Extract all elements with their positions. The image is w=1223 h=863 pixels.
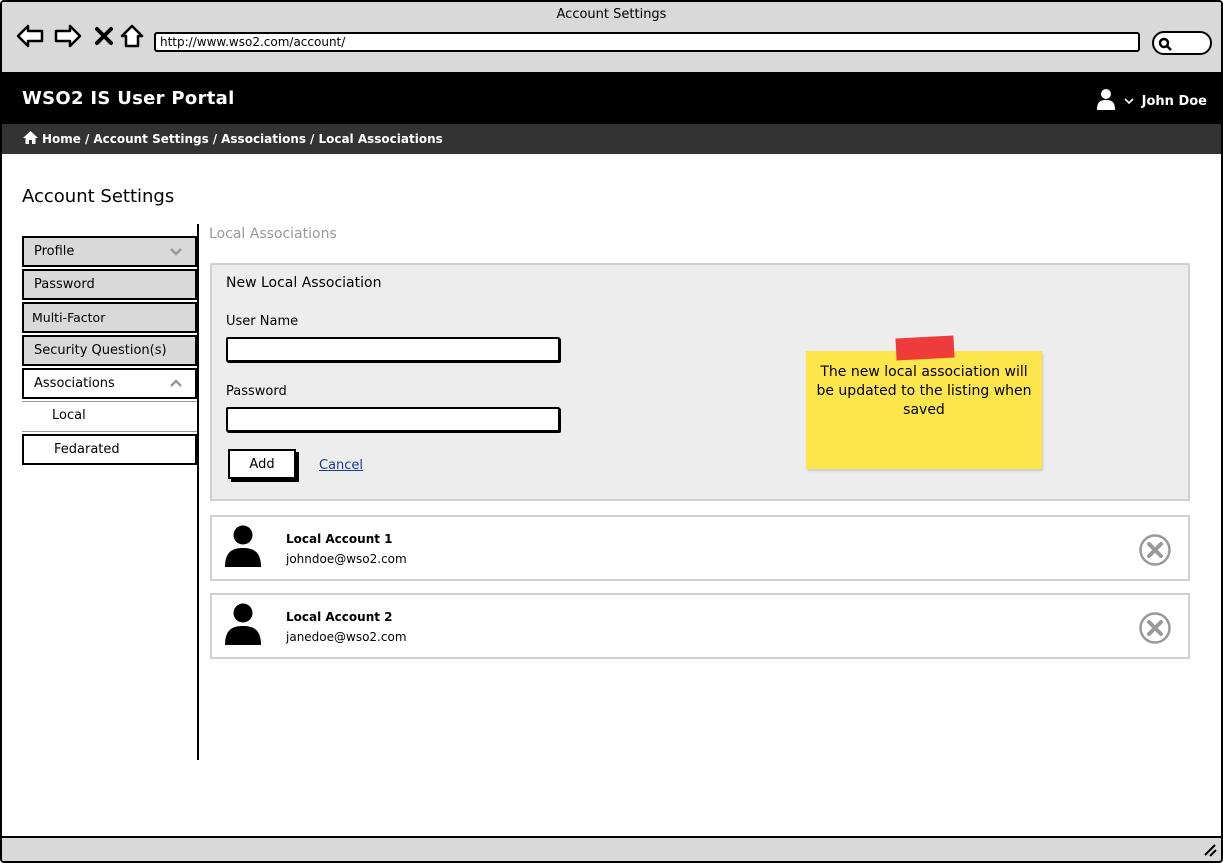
sidebar-item-label: Security Question(s) <box>34 343 167 358</box>
sidebar-item-federated[interactable]: Fedarated <box>22 434 197 465</box>
browser-toolbar: Account Settings http://www.wso2.com/acc… <box>2 2 1221 74</box>
sticky-note-text: The new local association will be update… <box>816 364 1032 418</box>
close-x-icon[interactable] <box>90 22 118 50</box>
breadcrumb-separator: / <box>212 132 218 146</box>
sidebar-item-label: Local <box>52 408 86 423</box>
sticky-note: The new local association will be update… <box>806 335 1042 469</box>
resize-grip-icon[interactable] <box>1201 841 1217 861</box>
username-input[interactable] <box>226 337 560 362</box>
breadcrumb-separator: / <box>310 132 315 146</box>
list-item: Local Account 1 johndoe@wso2.com <box>210 515 1190 581</box>
browser-search-field[interactable] <box>1152 31 1212 55</box>
breadcrumb-current: Local Associations <box>318 132 443 146</box>
sidebar-item-label: Fedarated <box>54 442 120 457</box>
breadcrumb-home[interactable]: Home <box>42 132 81 146</box>
breadcrumb-associations[interactable]: Associations <box>221 132 306 146</box>
sidebar-item-password[interactable]: Password <box>22 269 197 300</box>
back-arrow-icon[interactable] <box>16 22 44 50</box>
breadcrumb: Home / Account Settings / Associations /… <box>2 124 1221 154</box>
sidebar-item-label: Password <box>34 277 95 292</box>
url-bar[interactable]: http://www.wso2.com/account/ <box>154 32 1140 52</box>
account-name: Local Account 1 <box>286 532 393 546</box>
window-title: Account Settings <box>556 7 667 22</box>
user-avatar-icon <box>224 525 262 571</box>
home-icon[interactable] <box>118 22 146 50</box>
sidebar-divider <box>197 224 199 760</box>
breadcrumb-separator: / <box>84 132 90 146</box>
remove-circle-x-icon[interactable] <box>1138 533 1172 571</box>
sidebar-item-local[interactable]: Local <box>22 401 197 432</box>
page-title: Account Settings <box>22 186 175 207</box>
search-icon <box>1158 36 1172 55</box>
chevron-down-icon <box>1124 94 1134 109</box>
user-avatar-icon <box>224 603 262 649</box>
account-email: johndoe@wso2.com <box>286 552 407 566</box>
sidebar-item-label: Profile <box>34 244 75 259</box>
form-title: New Local Association <box>226 275 382 291</box>
section-title: Local Associations <box>209 226 337 242</box>
list-item: Local Account 2 janedoe@wso2.com <box>210 593 1190 659</box>
password-input[interactable] <box>226 407 560 432</box>
settings-sidebar: Profile Password Multi-Factor Authentica… <box>22 236 197 467</box>
user-icon <box>1096 88 1116 114</box>
user-menu[interactable]: John Doe <box>1096 88 1207 114</box>
forward-arrow-icon[interactable] <box>54 22 82 50</box>
app-header: WSO2 IS User Portal John Doe <box>2 74 1221 124</box>
tape <box>895 335 955 361</box>
new-association-panel: New Local Association User Name Password… <box>210 263 1190 501</box>
account-email: janedoe@wso2.com <box>286 630 407 644</box>
remove-circle-x-icon[interactable] <box>1138 611 1172 649</box>
user-name: John Doe <box>1141 93 1207 109</box>
sidebar-item-security-questions[interactable]: Security Question(s) <box>22 335 197 366</box>
sidebar-item-profile[interactable]: Profile <box>22 236 197 267</box>
status-bar <box>2 836 1221 861</box>
username-label: User Name <box>226 314 299 329</box>
sidebar-item-label: Associations <box>34 376 115 391</box>
add-button[interactable]: Add <box>228 449 296 479</box>
app-title: WSO2 IS User Portal <box>22 88 235 109</box>
browser-window: Account Settings http://www.wso2.com/acc… <box>0 0 1223 863</box>
home-icon <box>23 131 38 147</box>
password-label: Password <box>226 384 287 399</box>
breadcrumb-account-settings[interactable]: Account Settings <box>93 132 208 146</box>
account-name: Local Account 2 <box>286 610 393 624</box>
sidebar-item-mfa[interactable]: Multi-Factor Authentication <box>22 302 197 352</box>
cancel-link[interactable]: Cancel <box>319 458 363 473</box>
sidebar-item-associations[interactable]: Associations <box>22 368 197 399</box>
